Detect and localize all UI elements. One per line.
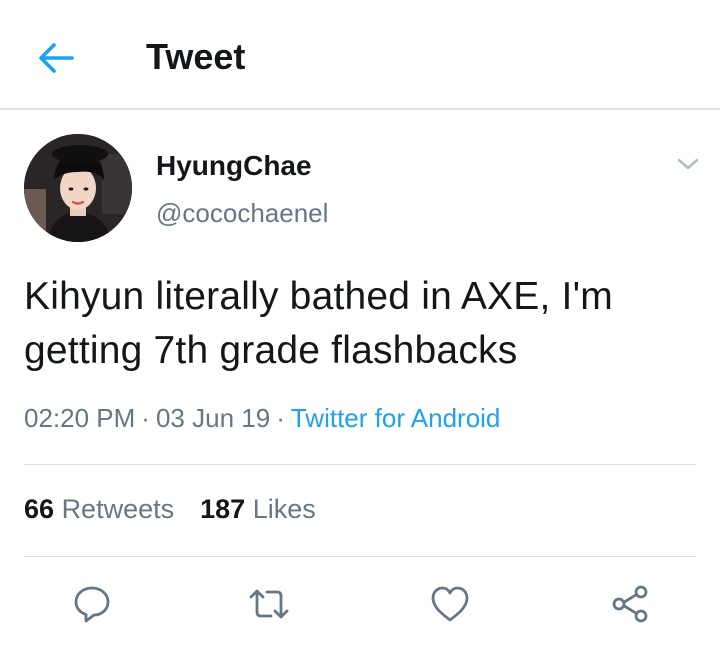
author-handle[interactable]: @cocochaenel [156, 198, 328, 229]
avatar[interactable] [24, 134, 132, 242]
tweet-date: 03 Jun 19 [155, 403, 271, 433]
tweet-meta: 02:20 PM · 03 Jun 19 · Twitter for Android [24, 403, 500, 434]
retweets-stat[interactable]: 66 Retweets [24, 494, 174, 524]
page-title: Tweet [146, 36, 246, 77]
divider [24, 464, 696, 465]
divider [24, 556, 696, 557]
likes-label: Likes [252, 494, 316, 524]
tweet-source-link[interactable]: Twitter for Android [291, 403, 501, 433]
meta-separator: · [141, 403, 150, 433]
tweet-stats: 66 Retweets 187 Likes [24, 494, 316, 525]
author-display-name[interactable]: HyungChae [156, 150, 312, 182]
likes-count: 187 [200, 494, 246, 524]
back-arrow-icon[interactable] [36, 38, 76, 78]
retweets-count: 66 [24, 494, 55, 524]
retweets-label: Retweets [61, 494, 175, 524]
retweet-icon[interactable] [247, 582, 291, 626]
tweet-text-line: Kihyun literally bathed in AXE, I'm [24, 275, 613, 318]
likes-stat[interactable]: 187 Likes [200, 494, 316, 524]
tweet-text-line: getting 7th grade flashbacks [24, 329, 518, 372]
like-icon[interactable] [428, 582, 472, 626]
chevron-down-icon[interactable] [674, 150, 702, 178]
tweet-time: 02:20 PM [24, 403, 136, 433]
reply-icon[interactable] [70, 582, 114, 626]
share-icon[interactable] [608, 582, 652, 626]
top-bar: Tweet [0, 0, 720, 110]
tweet-text: Kihyun literally bathed in AXE, I'm gett… [24, 270, 696, 378]
meta-separator: · [276, 403, 285, 433]
